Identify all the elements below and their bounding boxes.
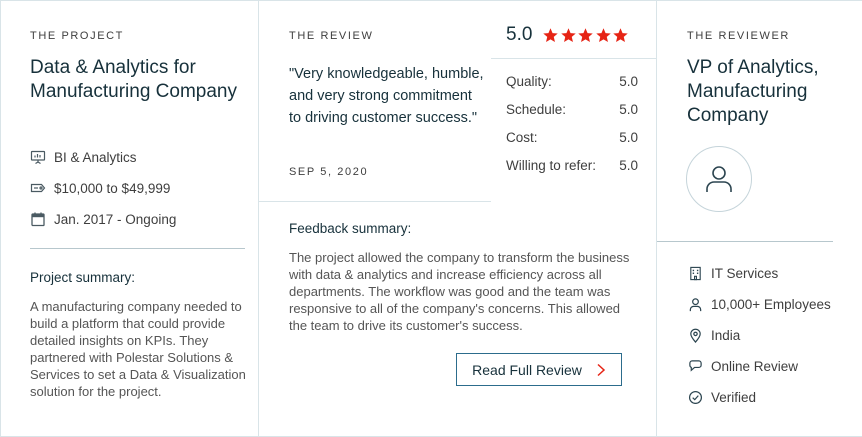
project-column: THE PROJECT Data & Analytics for Manufac…	[1, 1, 259, 436]
feedback-summary-text: The project allowed the company to trans…	[289, 250, 630, 333]
project-summary-text: A manufacturing company needed to build …	[30, 299, 246, 399]
person-icon	[687, 296, 703, 312]
chat-bubble-icon	[687, 358, 703, 374]
project-eyebrow: THE PROJECT	[30, 30, 124, 42]
star-icon	[578, 27, 594, 42]
review-quote: "Very knowledgeable, humble, and very st…	[289, 66, 484, 126]
project-timeline: Jan. 2017 - Ongoing	[30, 211, 176, 227]
score-willing-to-refer: Willing to refer: 5.0	[506, 158, 638, 173]
reviewer-verification-label: Verified	[711, 389, 757, 405]
read-full-review-label: Read Full Review	[472, 361, 582, 378]
review-column: THE REVIEW "Very knowledgeable, humble, …	[259, 1, 657, 436]
project-title: Data & Analytics for Manufacturing Compa…	[30, 57, 237, 102]
project-budget: $10,000 to $49,999	[30, 180, 170, 196]
reviewer-verification: Verified	[687, 389, 756, 405]
avatar	[686, 146, 752, 212]
reviewer-divider	[657, 241, 833, 242]
map-pin-icon	[687, 327, 703, 343]
review-date: SEP 5, 2020	[289, 166, 369, 178]
price-tag-icon	[30, 180, 46, 196]
star-icon	[596, 27, 611, 42]
project-timeline-label: Jan. 2017 - Ongoing	[54, 211, 177, 227]
score-label: Schedule:	[506, 102, 567, 117]
score-quality: Quality: 5.0	[506, 74, 638, 89]
check-circle-icon	[687, 389, 703, 405]
overall-rating: 5.0	[506, 24, 630, 46]
reviewer-review-type: Online Review	[687, 358, 798, 374]
project-budget-label: $10,000 to $49,999	[54, 180, 171, 196]
project-summary-heading: Project summary:	[30, 270, 136, 285]
rating-divider	[491, 58, 657, 59]
reviewer-employees-label: 10,000+ Employees	[711, 296, 831, 312]
score-label: Willing to refer:	[506, 158, 597, 173]
reviewer-industry-label: IT Services	[711, 265, 779, 281]
review-eyebrow: THE REVIEW	[289, 30, 374, 42]
reviewer-review-type-label: Online Review	[711, 358, 799, 374]
calendar-icon	[30, 211, 46, 227]
project-service-label: BI & Analytics	[54, 149, 137, 165]
review-divider	[259, 201, 491, 202]
score-value: 5.0	[619, 158, 638, 173]
score-value: 5.0	[619, 102, 638, 117]
score-cost: Cost: 5.0	[506, 130, 638, 145]
reviewer-title: VP of Analytics, Manufacturing Company	[687, 57, 819, 126]
score-value: 5.0	[619, 130, 638, 145]
overall-rating-value: 5.0	[506, 24, 533, 45]
score-value: 5.0	[619, 74, 638, 89]
chevron-right-icon	[596, 363, 606, 377]
score-label: Cost:	[506, 130, 538, 145]
read-full-review-button[interactable]: Read Full Review	[456, 353, 622, 386]
star-rating	[542, 27, 630, 44]
star-icon	[543, 27, 559, 42]
star-icon	[613, 27, 629, 42]
reviewer-eyebrow: THE REVIEWER	[687, 30, 790, 42]
score-label: Quality:	[506, 74, 552, 89]
presentation-chart-icon	[30, 149, 46, 165]
project-service: BI & Analytics	[30, 149, 137, 165]
reviewer-location-label: India	[711, 327, 741, 343]
feedback-summary-heading: Feedback summary:	[289, 221, 412, 236]
reviewer-industry: IT Services	[687, 265, 778, 281]
star-icon	[561, 27, 576, 42]
score-schedule: Schedule: 5.0	[506, 102, 638, 117]
building-icon	[687, 265, 703, 281]
reviewer-employees: 10,000+ Employees	[687, 296, 831, 312]
reviewer-location: India	[687, 327, 740, 343]
project-divider	[30, 248, 245, 249]
user-icon	[706, 166, 732, 192]
review-card: THE PROJECT Data & Analytics for Manufac…	[0, 0, 862, 437]
reviewer-column: THE REVIEWER VP of Analytics, Manufactur…	[657, 1, 862, 436]
